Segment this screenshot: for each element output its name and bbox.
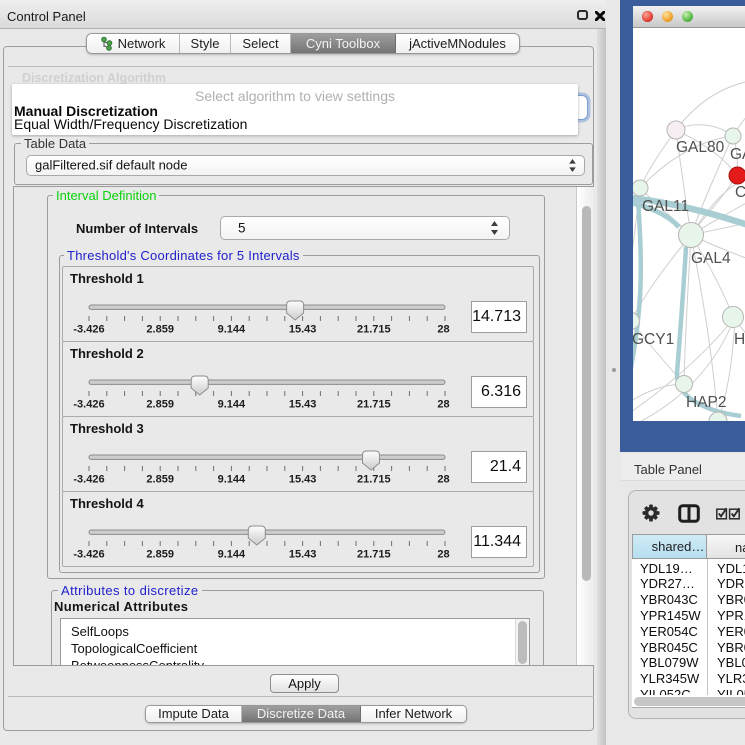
svg-text:-3.426: -3.426 [73,549,104,561]
svg-text:21.715: 21.715 [357,324,391,336]
svg-text:9.144: 9.144 [218,399,246,411]
svg-text:GCY1: GCY1 [633,331,674,348]
svg-text:15.43: 15.43 [289,399,317,411]
svg-text:-3.426: -3.426 [73,324,104,336]
svg-text:HAP2: HAP2 [686,394,727,411]
svg-text:2.859: 2.859 [146,399,174,411]
svg-text:2.859: 2.859 [146,324,174,336]
svg-text:GAL80: GAL80 [676,139,725,156]
svg-text:9.144: 9.144 [218,324,246,336]
svg-text:21.715: 21.715 [357,549,391,561]
svg-text:21.715: 21.715 [357,399,391,411]
svg-text:9.144: 9.144 [218,474,246,486]
svg-text:28: 28 [437,324,449,336]
svg-text:21.715: 21.715 [357,474,391,486]
svg-text:2.859: 2.859 [146,549,174,561]
svg-text:28: 28 [437,549,449,561]
svg-text:28: 28 [437,399,449,411]
svg-text:15.43: 15.43 [289,549,317,561]
svg-text:-3.426: -3.426 [73,474,104,486]
svg-text:9.144: 9.144 [218,549,246,561]
svg-text:GAL4: GAL4 [691,250,731,267]
svg-text:15.43: 15.43 [289,324,317,336]
svg-text:28: 28 [437,474,449,486]
svg-text:H: H [734,331,745,348]
svg-text:-3.426: -3.426 [73,399,104,411]
svg-text:C: C [735,184,745,201]
svg-text:2.859: 2.859 [146,474,174,486]
svg-text:GA: GA [730,146,745,163]
svg-text:GAL11: GAL11 [642,198,689,215]
svg-text:15.43: 15.43 [289,474,317,486]
